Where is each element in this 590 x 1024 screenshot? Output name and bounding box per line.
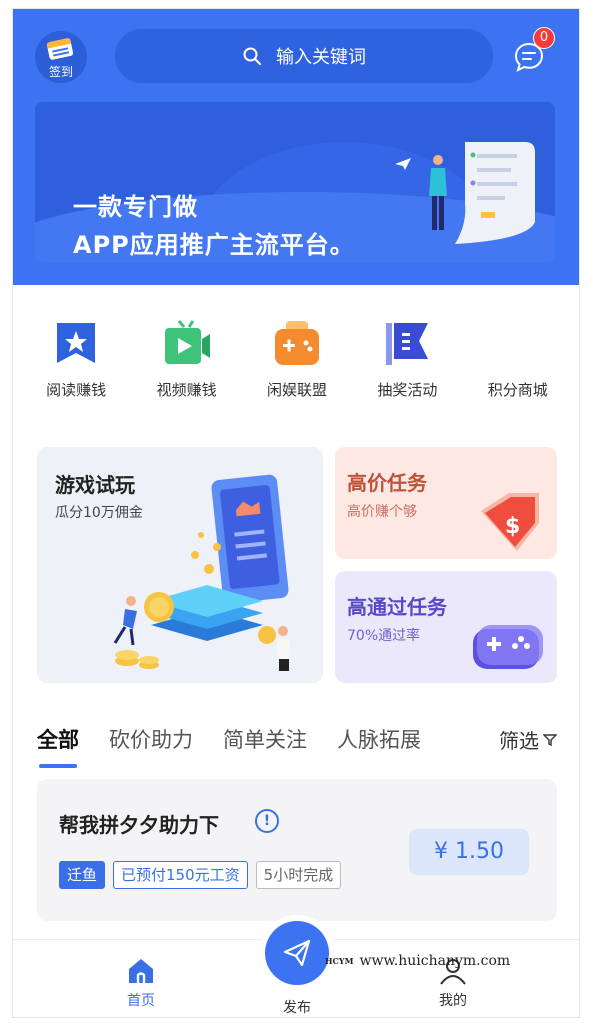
app-screen: 签到 输入关键词 0 一款专门做 APP应用推广主流平台。 阅读赚钱 视频赚钱 … xyxy=(12,8,580,1018)
filter-label: 筛选 xyxy=(499,729,539,753)
category-leisure-alliance[interactable]: 闲娱联盟 xyxy=(245,319,349,400)
category-label: 抽奖活动 xyxy=(377,381,438,399)
task-tags: 迁鱼 已预付150元工资 5小时完成 xyxy=(59,861,342,889)
category-label: 视频赚钱 xyxy=(156,381,217,399)
high-pass-task-card[interactable]: 高通过任务 70%通过率 xyxy=(335,571,557,683)
game-trial-subtitle: 瓜分10万佣金 xyxy=(55,505,143,521)
points-mall-placeholder xyxy=(493,319,543,369)
banner-line-2: APP应用推广主流平台。 xyxy=(73,231,355,259)
publish-button[interactable] xyxy=(265,921,329,985)
high-pass-subtitle: 70%通过率 xyxy=(347,628,421,644)
high-price-task-card[interactable]: 高价任务 高价赚个够 $ xyxy=(335,447,557,559)
task-tabs: 全部 砍价助力 简单关注 人脉拓展 筛选 xyxy=(37,715,557,768)
nav-home[interactable]: 首页 xyxy=(101,956,181,1010)
watermark-brand: HCYM xyxy=(325,956,354,966)
category-label: 阅读赚钱 xyxy=(46,381,107,399)
gamepad-icon xyxy=(274,321,319,365)
bookmark-star-icon xyxy=(57,323,96,363)
watermark: HCYM www.huichanym.com xyxy=(325,953,510,969)
flag-icon xyxy=(386,323,429,365)
price-tag-icon: $ xyxy=(481,493,539,551)
banner-illustration xyxy=(395,142,535,244)
tab-bargain-help[interactable]: 砍价助力 xyxy=(109,724,193,754)
game-trial-title: 游戏试玩 xyxy=(55,473,135,497)
task-price-button[interactable]: ¥ 1.50 xyxy=(409,829,529,875)
home-icon xyxy=(129,959,153,983)
paper-plane-icon xyxy=(283,939,311,967)
svg-text:$: $ xyxy=(505,514,520,539)
category-points-mall[interactable]: 积分商城 xyxy=(466,319,570,400)
promo-banner[interactable]: 一款专门做 APP应用推广主流平台。 xyxy=(35,102,555,262)
high-price-title: 高价任务 xyxy=(347,471,427,495)
high-pass-title: 高通过任务 xyxy=(347,595,447,619)
category-read-earn[interactable]: 阅读赚钱 xyxy=(24,319,128,400)
category-video-earn[interactable]: 视频赚钱 xyxy=(135,319,239,400)
calendar-icon xyxy=(46,37,74,61)
gamepad-icon xyxy=(473,625,543,669)
message-badge: 0 xyxy=(533,27,555,49)
high-price-subtitle: 高价赚个够 xyxy=(347,504,417,520)
task-tag-prepaid: 已预付150元工资 xyxy=(113,861,248,889)
header: 签到 输入关键词 0 一款专门做 APP应用推广主流平台。 xyxy=(13,9,579,285)
task-tag-platform: 迁鱼 xyxy=(59,861,106,889)
filter-button[interactable]: 筛选 xyxy=(499,725,557,754)
nav-home-label: 首页 xyxy=(127,993,155,1009)
category-lottery[interactable]: 抽奖活动 xyxy=(355,319,459,400)
nav-publish-label: 发布 xyxy=(283,1000,311,1016)
filter-icon xyxy=(543,733,557,746)
video-tv-icon xyxy=(164,320,210,364)
game-trial-card[interactable]: 游戏试玩 瓜分10万佣金 xyxy=(37,447,323,683)
watermark-url: www.huichanym.com xyxy=(359,953,511,969)
tab-all[interactable]: 全部 xyxy=(37,724,79,768)
category-label: 闲娱联盟 xyxy=(266,381,327,399)
nav-publish[interactable]: 发布 xyxy=(257,921,337,1017)
task-tag-duration: 5小时完成 xyxy=(255,861,342,889)
category-label: 积分商城 xyxy=(487,381,548,399)
checkin-label: 签到 xyxy=(48,65,73,79)
search-icon xyxy=(243,47,261,65)
search-bar[interactable]: 输入关键词 xyxy=(115,29,493,83)
checkin-button[interactable]: 签到 xyxy=(35,31,87,83)
search-placeholder: 输入关键词 xyxy=(276,47,366,68)
info-icon[interactable]: ! xyxy=(255,809,279,833)
category-grid: 阅读赚钱 视频赚钱 闲娱联盟 抽奖活动 积分商城 xyxy=(13,319,579,400)
task-card[interactable]: 帮我拼夕夕助力下 ! 迁鱼 已预付150元工资 5小时完成 ¥ 1.50 xyxy=(37,779,557,921)
tab-simple-follow[interactable]: 简单关注 xyxy=(223,724,307,754)
banner-line-1: 一款专门做 xyxy=(73,193,198,221)
nav-me-label: 我的 xyxy=(439,993,467,1009)
task-title: 帮我拼夕夕助力下 xyxy=(59,813,219,837)
tab-network-expand[interactable]: 人脉拓展 xyxy=(337,724,421,754)
